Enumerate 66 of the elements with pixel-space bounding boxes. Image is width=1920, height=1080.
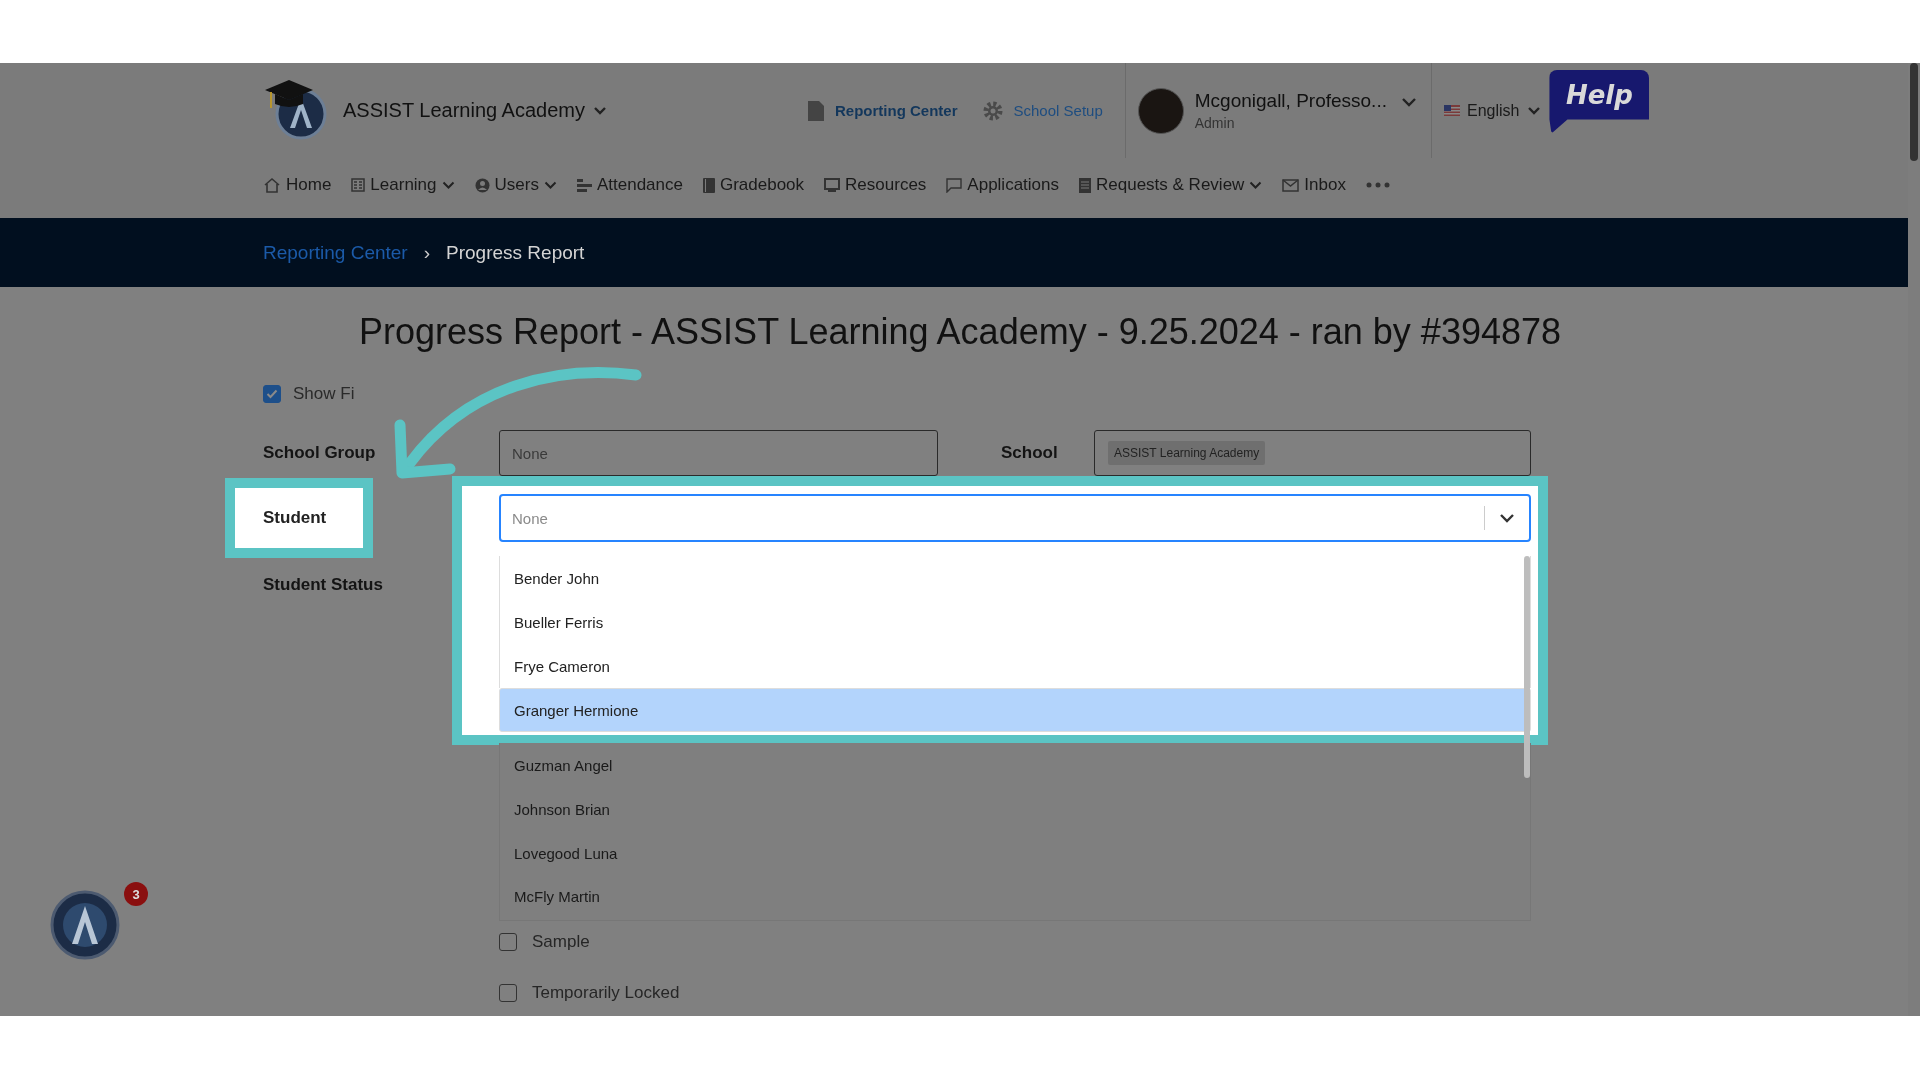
breadcrumb-current: Progress Report bbox=[446, 241, 585, 264]
checkbox-label[interactable]: Sample bbox=[532, 932, 590, 952]
dropdown-option[interactable]: Frye Cameron bbox=[499, 644, 1531, 688]
chat-icon bbox=[946, 177, 963, 193]
nav-item[interactable]: Requests & Review bbox=[1096, 175, 1245, 195]
scrollbar[interactable] bbox=[1524, 556, 1530, 778]
dropdown-option[interactable]: Johnson Brian bbox=[499, 787, 1531, 831]
home-icon bbox=[263, 177, 281, 193]
checkbox[interactable] bbox=[263, 385, 281, 403]
select-field[interactable]: None bbox=[499, 430, 938, 476]
caret-icon[interactable] bbox=[1249, 180, 1263, 190]
dropdown-option[interactable]: Lovegood Luna bbox=[499, 831, 1531, 875]
page-title: Progress Report - ASSIST Learning Academy - 9.25.2024 - ran by #394878 bbox=[357, 310, 1562, 354]
checkbox[interactable] bbox=[499, 984, 517, 1002]
more-icon[interactable] bbox=[1365, 182, 1390, 188]
checkbox[interactable] bbox=[499, 933, 517, 951]
student-select[interactable]: None bbox=[499, 494, 1531, 542]
caret-icon[interactable] bbox=[1527, 105, 1542, 116]
header-link[interactable]: Reporting Center bbox=[835, 102, 958, 119]
breadcrumb-separator: › bbox=[423, 241, 431, 264]
dropdown-option[interactable]: Bender John bbox=[499, 556, 1531, 600]
caret-icon[interactable] bbox=[441, 180, 455, 190]
bars-icon bbox=[576, 178, 592, 192]
book-icon bbox=[702, 177, 715, 193]
highlighted-label: Student bbox=[225, 478, 373, 558]
gear-icon bbox=[981, 99, 1004, 122]
checkbox-label[interactable]: Temporarily Locked bbox=[532, 983, 680, 1003]
nav-item[interactable]: Gradebook bbox=[719, 175, 805, 195]
flag-icon bbox=[1443, 105, 1460, 116]
nav-item[interactable]: Attendance bbox=[596, 175, 683, 195]
field-label: Student Status bbox=[263, 575, 384, 595]
dropdown-option[interactable]: McFly Martin bbox=[499, 875, 1531, 921]
school-name[interactable]: ASSIST Learning Academy bbox=[343, 99, 585, 122]
nav-item[interactable]: Resources bbox=[845, 175, 927, 195]
user-icon bbox=[474, 177, 490, 193]
selected-tag: ASSIST Learning Academy bbox=[1108, 441, 1266, 465]
caret-icon[interactable] bbox=[543, 180, 557, 190]
document-icon bbox=[1079, 177, 1091, 193]
app-launcher-icon[interactable] bbox=[50, 890, 120, 960]
nav-item[interactable]: Users bbox=[494, 175, 539, 195]
user-role: Admin bbox=[1194, 115, 1236, 131]
monitor-icon bbox=[824, 178, 841, 192]
field-label: School bbox=[1001, 443, 1059, 463]
dropdown-option[interactable]: Bueller Ferris bbox=[499, 600, 1531, 644]
nav-item[interactable]: Home bbox=[286, 175, 332, 195]
nav-item[interactable]: Inbox bbox=[1304, 175, 1346, 195]
nav-item[interactable]: Learning bbox=[370, 175, 437, 195]
chevron-down-icon[interactable] bbox=[1499, 513, 1515, 523]
select-field[interactable]: ASSIST Learning Academy bbox=[1094, 430, 1531, 476]
header-link[interactable]: School Setup bbox=[1013, 102, 1103, 119]
notification-badge: 3 bbox=[124, 882, 148, 906]
language-selector[interactable]: English bbox=[1466, 101, 1520, 120]
user-name[interactable]: Mcgonigall, Professo... bbox=[1194, 90, 1387, 112]
breadcrumb-link[interactable]: Reporting Center bbox=[263, 241, 408, 264]
caret-icon[interactable] bbox=[593, 105, 607, 116]
dropdown-option[interactable]: Granger Hermione bbox=[499, 688, 1531, 732]
nav-item[interactable]: Applications bbox=[967, 175, 1059, 195]
document-icon bbox=[807, 99, 825, 122]
checkbox-label[interactable]: Show Fi bbox=[293, 384, 355, 404]
mail-icon bbox=[1282, 178, 1300, 192]
field-label: School Group bbox=[263, 443, 377, 463]
grid-icon bbox=[351, 178, 366, 192]
help-button[interactable]: Help bbox=[1549, 69, 1650, 134]
caret-icon[interactable] bbox=[1400, 96, 1417, 107]
checkmark-icon bbox=[266, 389, 278, 399]
dropdown-option[interactable]: Guzman Angel bbox=[499, 743, 1531, 787]
